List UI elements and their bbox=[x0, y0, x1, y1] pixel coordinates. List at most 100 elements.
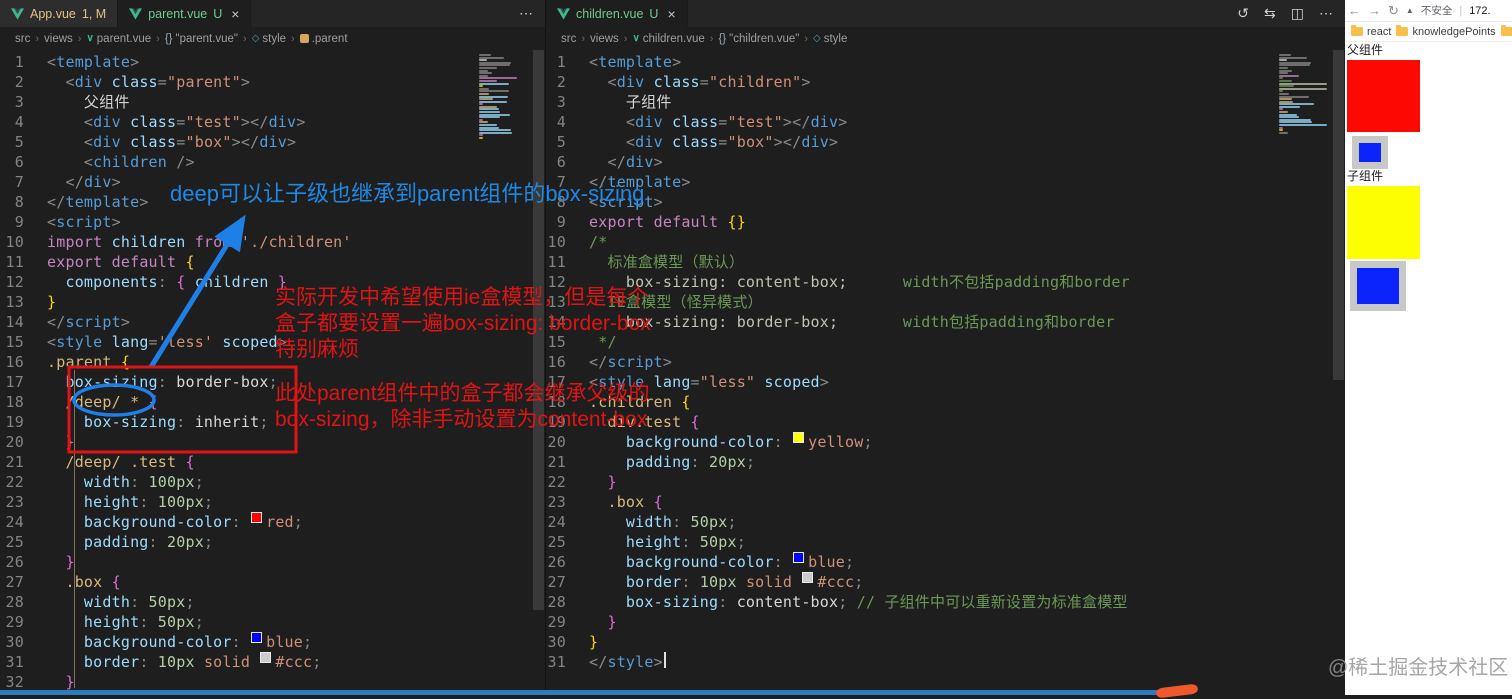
code-line[interactable]: 11 标准盒模型（默认） bbox=[546, 252, 1345, 272]
video-progress-bar[interactable] bbox=[0, 690, 1163, 695]
code-line[interactable]: 18 .children { bbox=[546, 392, 1345, 412]
code-line[interactable]: 4 < div class = "test" ></div > bbox=[0, 112, 545, 132]
code-line[interactable]: 5 < div class = "box" ></div > bbox=[0, 132, 545, 152]
code-line[interactable]: 6 < children /> bbox=[0, 152, 545, 172]
scrollbar[interactable] bbox=[532, 50, 545, 695]
code-line[interactable]: 3 子组件 bbox=[546, 92, 1345, 112]
code-line[interactable]: 23 .box { bbox=[546, 492, 1345, 512]
code-line[interactable]: 4 < div class = "test" ></div > bbox=[546, 112, 1345, 132]
code-line[interactable]: 14 </script > bbox=[0, 312, 545, 332]
code-line[interactable]: 17 box-sizing: border-box; bbox=[0, 372, 545, 392]
code-line[interactable]: 10 import children from './children' bbox=[0, 232, 545, 252]
breadcrumb-item-module[interactable]: "children.vue" bbox=[729, 33, 799, 45]
code-line[interactable]: 9 export default {} bbox=[546, 212, 1345, 232]
code-line[interactable]: 18 /deep/ * { bbox=[0, 392, 545, 412]
code-line[interactable]: 1 < template > bbox=[546, 52, 1345, 72]
code-line[interactable]: 21 /deep/ .test { bbox=[0, 452, 545, 472]
breadcrumb-item-selector[interactable]: .parent bbox=[312, 33, 348, 45]
code-line[interactable]: 16 </script > bbox=[546, 352, 1345, 372]
code-line[interactable]: 2 < div class = "parent" > bbox=[0, 72, 545, 92]
code-line[interactable]: 29 height: 50px; bbox=[0, 612, 545, 632]
code-line[interactable]: 28 width: 50px; bbox=[0, 592, 545, 612]
breadcrumb-item-views[interactable]: views bbox=[44, 33, 73, 45]
minimap[interactable] bbox=[1279, 54, 1329, 134]
code-line[interactable]: 22 width: 100px; bbox=[0, 472, 545, 492]
code-line[interactable]: 26 background-color: blue; bbox=[546, 552, 1345, 572]
code-line[interactable]: 10/* bbox=[546, 232, 1345, 252]
git-compare-icon[interactable]: ⇆ bbox=[1264, 5, 1276, 22]
code-line[interactable]: 6 </div > bbox=[546, 152, 1345, 172]
minimap[interactable] bbox=[479, 54, 529, 140]
code-line[interactable]: 5 < div class = "box" ></div > bbox=[546, 132, 1345, 152]
code-line[interactable]: 8 </template > bbox=[0, 192, 545, 212]
code-line[interactable]: 20 background-color: yellow; bbox=[546, 432, 1345, 452]
tab-parent-vue[interactable]: parent.vue U × bbox=[118, 0, 252, 27]
code-line[interactable]: 31 </style > bbox=[546, 652, 1345, 672]
code-line[interactable]: 26 } bbox=[0, 552, 545, 572]
code-line[interactable]: 19 div.test { bbox=[546, 412, 1345, 432]
code-line[interactable]: 22 } bbox=[546, 472, 1345, 492]
bookmark-react[interactable]: react bbox=[1351, 24, 1391, 38]
code-line[interactable]: 3 父组件 bbox=[0, 92, 545, 112]
code-line[interactable]: 7 </div > bbox=[0, 172, 545, 192]
breadcrumb-item-style[interactable]: style bbox=[824, 33, 848, 45]
code-line[interactable]: 16 .parent { bbox=[0, 352, 545, 372]
close-icon[interactable]: × bbox=[231, 6, 239, 22]
code-line[interactable]: 20 } bbox=[0, 432, 545, 452]
scrollbar[interactable] bbox=[1332, 50, 1345, 695]
code-line[interactable]: 2 < div class = "children" > bbox=[546, 72, 1345, 92]
breadcrumb-item-style[interactable]: style bbox=[262, 33, 286, 45]
timeline-icon[interactable]: ↺ bbox=[1237, 5, 1249, 22]
code-line[interactable]: 11 export default { bbox=[0, 252, 545, 272]
browser-forward-button[interactable]: → bbox=[1368, 3, 1381, 18]
browser-reload-button[interactable]: ↻ bbox=[1388, 3, 1399, 19]
code-line[interactable]: 15 */ bbox=[546, 332, 1345, 352]
more-actions-icon[interactable]: ⋯ bbox=[1319, 5, 1333, 22]
breadcrumb-item-src[interactable]: src bbox=[15, 33, 30, 45]
code-line[interactable]: 17 < style lang = "less" scoped > bbox=[546, 372, 1345, 392]
code-line[interactable]: 13} bbox=[0, 292, 545, 312]
code-area-parent[interactable]: 1 < template >2 < div class = "parent" >3 父组件 4 … bbox=[0, 52, 545, 695]
code-line[interactable]: 29 } bbox=[546, 612, 1345, 632]
code-line[interactable]: 21 padding: 20px; bbox=[546, 452, 1345, 472]
security-label[interactable]: 不安全 bbox=[1421, 3, 1453, 18]
code-line[interactable]: 14 box-sizing: border-box; width包括paddin… bbox=[546, 312, 1345, 332]
code-line[interactable]: 8 < script > bbox=[546, 192, 1345, 212]
code-line[interactable]: 15 < style lang ='less' scoped > bbox=[0, 332, 545, 352]
close-icon[interactable]: × bbox=[667, 6, 675, 22]
code-line[interactable]: 30 background-color: blue; bbox=[0, 632, 545, 652]
code-line[interactable]: 31 border: 10px solid #ccc; bbox=[0, 652, 545, 672]
tab-app-vue[interactable]: App.vue 1, M bbox=[0, 0, 119, 27]
url-text[interactable]: 172. bbox=[1469, 5, 1490, 17]
code-line[interactable]: 25 height: 50px; bbox=[546, 532, 1345, 552]
code-line[interactable]: 19 box-sizing: inherit; bbox=[0, 412, 545, 432]
breadcrumb-item-file[interactable]: parent.vue bbox=[97, 33, 151, 45]
breadcrumb-item-views[interactable]: views bbox=[590, 33, 619, 45]
code-line[interactable]: 12 components: { children } bbox=[0, 272, 545, 292]
split-editor-icon[interactable]: ◫ bbox=[1291, 5, 1304, 22]
breadcrumb-item-src[interactable]: src bbox=[561, 33, 576, 45]
parent-box-blue bbox=[1352, 136, 1388, 169]
code-line[interactable]: 30} bbox=[546, 632, 1345, 652]
code-line[interactable]: 9 < script > bbox=[0, 212, 545, 232]
code-line[interactable]: 32 } bbox=[0, 672, 545, 692]
breadcrumb-item-module[interactable]: "parent.vue" bbox=[176, 33, 239, 45]
more-actions-icon[interactable]: ⋯ bbox=[519, 5, 533, 22]
breadcrumb-item-file[interactable]: children.vue bbox=[643, 33, 705, 45]
code-line[interactable]: 7 </template > bbox=[546, 172, 1345, 192]
code-line[interactable]: 24 width: 50px; bbox=[546, 512, 1345, 532]
tab-children-vue[interactable]: children.vue U × bbox=[546, 0, 688, 27]
code-line[interactable]: 23 height: 100px; bbox=[0, 492, 545, 512]
code-line[interactable]: 25 padding: 20px; bbox=[0, 532, 545, 552]
browser-back-button[interactable]: ← bbox=[1348, 3, 1361, 18]
code-line[interactable]: 24 background-color: red; bbox=[0, 512, 545, 532]
code-line[interactable]: 27 .box { bbox=[0, 572, 545, 592]
bookmark-partial[interactable] bbox=[1500, 24, 1512, 36]
code-line[interactable]: 1 < template > bbox=[0, 52, 545, 72]
code-line[interactable]: 28 box-sizing: content-box; // 子组件中可以重新设… bbox=[546, 592, 1345, 612]
bookmark-knowledgepoints[interactable]: knowledgePoints bbox=[1396, 24, 1496, 38]
code-line[interactable]: 27 border: 10px solid #ccc; bbox=[546, 572, 1345, 592]
code-line[interactable]: 12 box-sizing: content-box; width不包括padd… bbox=[546, 272, 1345, 292]
code-line[interactable]: 13 IE盒模型（怪异模式） bbox=[546, 292, 1345, 312]
code-area-children[interactable]: 1 < template >2 < div class = "children" >3 子组件… bbox=[546, 52, 1345, 672]
